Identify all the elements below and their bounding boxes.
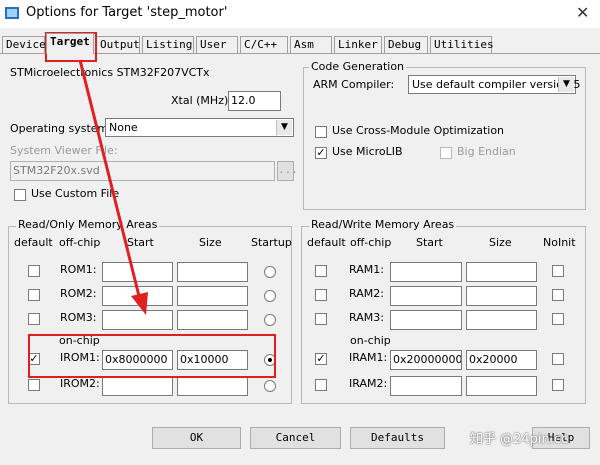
ok-button[interactable]: OK (152, 427, 241, 449)
tab-target[interactable]: Target (46, 33, 94, 54)
annotation-arrow (78, 59, 148, 315)
watermark: 知乎 @24pin.cc (470, 432, 569, 447)
defaults-button[interactable]: Defaults (350, 427, 445, 449)
cancel-button[interactable]: Cancel (250, 427, 341, 449)
